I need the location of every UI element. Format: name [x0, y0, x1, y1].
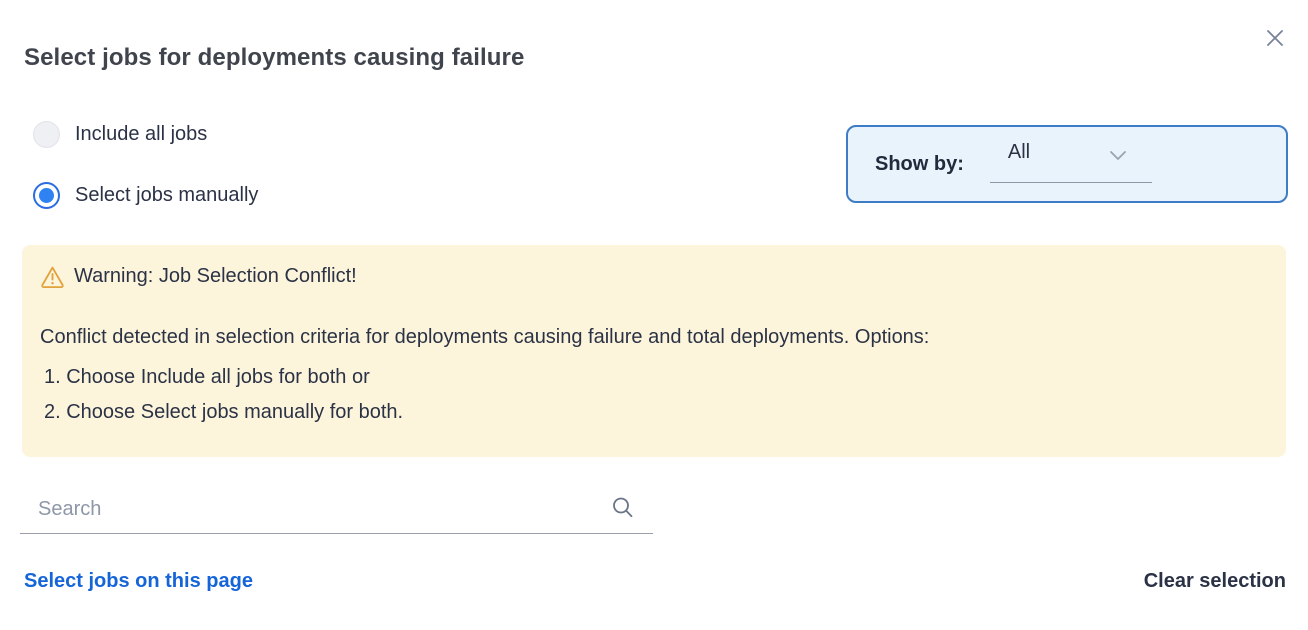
search-field — [20, 488, 653, 534]
modal-title: Select jobs for deployments causing fail… — [24, 44, 524, 72]
show-by-panel: Show by: All — [846, 125, 1288, 203]
show-by-select[interactable]: All — [990, 139, 1152, 189]
warning-option-1: 1. Choose Include all jobs for both or — [40, 360, 1268, 395]
radio-selected-icon[interactable] — [33, 182, 60, 209]
select-jobs-on-page-link[interactable]: Select jobs on this page — [24, 570, 253, 593]
select-underline — [990, 182, 1152, 183]
warning-body-text: Conflict detected in selection criteria … — [40, 325, 1268, 349]
search-button[interactable] — [610, 494, 638, 522]
close-icon — [1264, 27, 1286, 49]
clear-selection-button[interactable]: Clear selection — [1144, 570, 1286, 593]
radio-unselected-icon[interactable] — [33, 121, 60, 148]
warning-banner: Warning: Job Selection Conflict! Conflic… — [22, 245, 1286, 457]
radio-select-jobs-manually[interactable]: Select jobs manually — [33, 181, 258, 209]
job-selection-radio-group: Include all jobs Select jobs manually — [33, 120, 258, 209]
warning-triangle-icon — [40, 265, 65, 288]
chevron-down-icon — [1106, 147, 1130, 170]
search-input[interactable] — [38, 492, 598, 526]
warning-heading: Warning: Job Selection Conflict! — [40, 265, 1268, 288]
radio-include-all-jobs[interactable]: Include all jobs — [33, 120, 258, 148]
warning-options-list: 1. Choose Include all jobs for both or 2… — [40, 360, 1268, 430]
search-icon — [610, 495, 638, 521]
warning-title: Warning: Job Selection Conflict! — [74, 265, 357, 288]
show-by-label: Show by: — [875, 153, 964, 176]
job-selection-modal: Select jobs for deployments causing fail… — [0, 0, 1308, 630]
warning-option-2: 2. Choose Select jobs manually for both. — [40, 395, 1268, 430]
close-button[interactable] — [1261, 24, 1289, 52]
radio-label: Include all jobs — [75, 123, 207, 146]
radio-label: Select jobs manually — [75, 184, 258, 207]
show-by-selected-value: All — [1008, 141, 1030, 164]
